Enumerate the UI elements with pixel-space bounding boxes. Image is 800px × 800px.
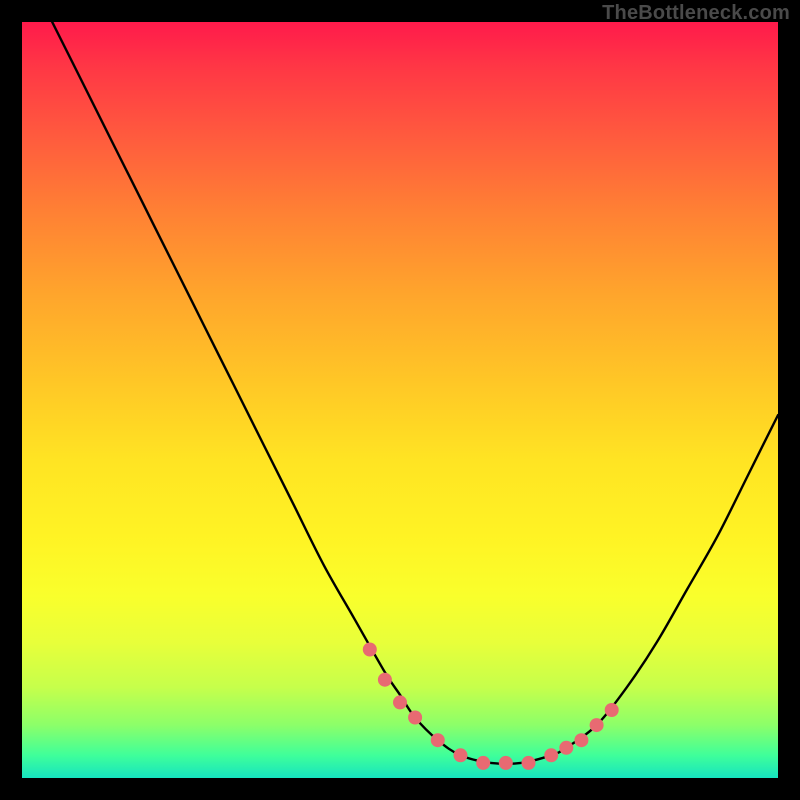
bottleneck-curve-path bbox=[52, 22, 778, 764]
attribution-text: TheBottleneck.com bbox=[602, 2, 790, 25]
highlight-point bbox=[378, 673, 392, 687]
chart-stage: TheBottleneck.com bbox=[0, 0, 800, 800]
plot-area bbox=[22, 22, 778, 778]
curve-svg bbox=[22, 22, 778, 778]
highlight-point bbox=[605, 703, 619, 717]
highlight-point bbox=[363, 643, 377, 657]
highlight-point bbox=[522, 756, 536, 770]
highlight-point bbox=[590, 718, 604, 732]
highlight-point bbox=[544, 748, 558, 762]
highlight-point bbox=[574, 733, 588, 747]
highlight-point bbox=[408, 711, 422, 725]
highlight-point bbox=[499, 756, 513, 770]
highlight-point bbox=[454, 748, 468, 762]
highlight-point bbox=[431, 733, 445, 747]
highlight-point bbox=[559, 741, 573, 755]
highlight-markers bbox=[363, 643, 619, 770]
highlight-point bbox=[393, 695, 407, 709]
highlight-point bbox=[476, 756, 490, 770]
